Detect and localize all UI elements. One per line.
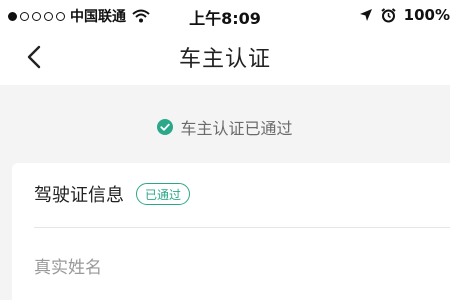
battery-level: 100% [403, 6, 450, 24]
navigation-bar: 车主认证 [0, 30, 450, 85]
check-circle-icon [157, 119, 174, 135]
driver-license-card: 驾驶证信息 已通过 真实姓名 [12, 163, 450, 300]
location-arrow-icon [359, 8, 373, 22]
verification-status-text: 车主认证已通过 [180, 119, 293, 138]
alarm-clock-icon [381, 7, 396, 23]
status-badge: 已通过 [136, 183, 191, 205]
status-right: 100% [359, 6, 450, 24]
page-title: 车主认证 [178, 47, 271, 72]
card-header: 驾驶证信息 已通过 [34, 181, 191, 207]
divider [34, 227, 450, 228]
real-name-field[interactable]: 真实姓名 [34, 253, 102, 278]
verification-status-banner: 车主认证已通过 [0, 112, 450, 142]
status-bar: 中国联通 上午8:09 100% [0, 0, 450, 30]
card-title: 驾驶证信息 [34, 185, 124, 206]
